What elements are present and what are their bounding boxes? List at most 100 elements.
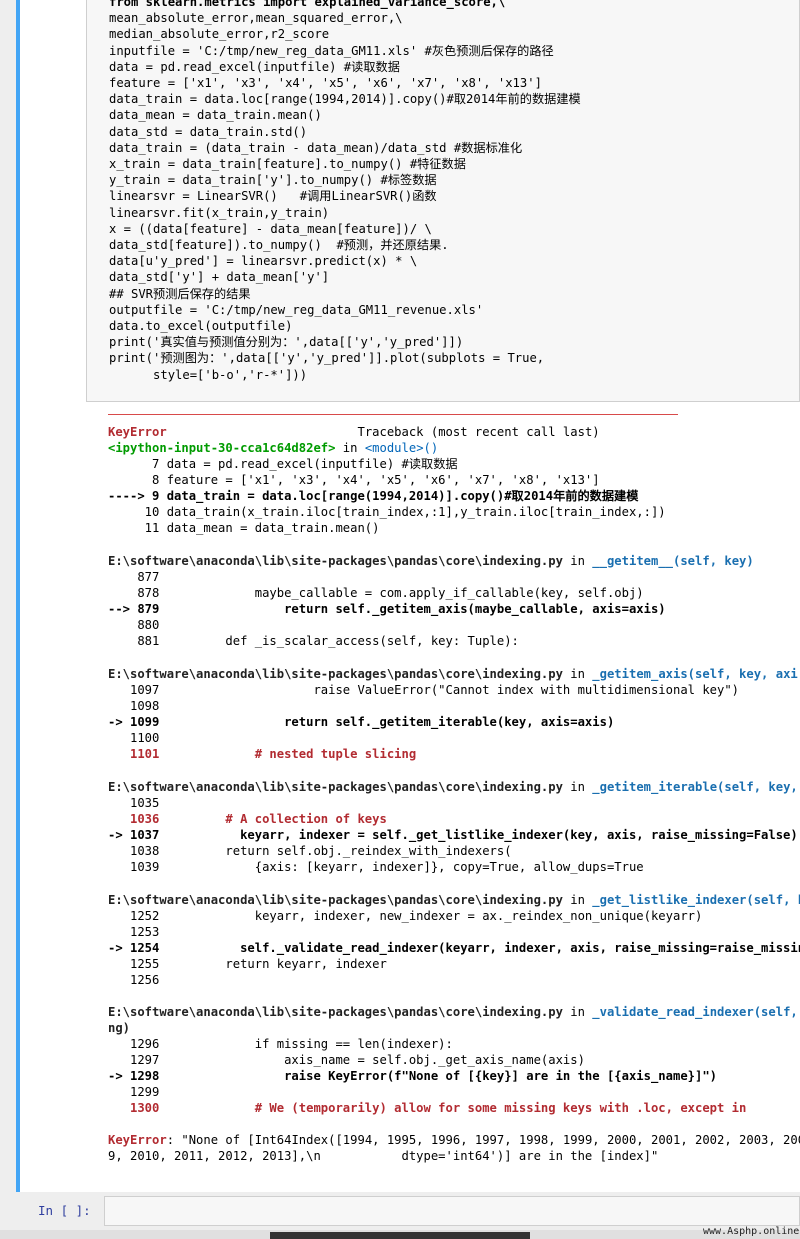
traceback-line: 1039 {axis: [keyarr, indexer]}, copy=Tru… (108, 859, 644, 875)
traceback-line: 8 feature = ['x1', 'x3', 'x4', 'x5', 'x6… (108, 472, 600, 488)
frame-header: E:\software\anaconda\lib\site-packages\p… (108, 1004, 798, 1020)
code-line: data_train = (data_train - data_mean)/da… (109, 140, 523, 155)
traceback-line: 877 (108, 569, 159, 585)
code-line: data.to_excel(outputfile) (109, 319, 293, 334)
final-error-message-cont: 9, 2010, 2011, 2012, 2013],\n dtype='int… (108, 1149, 659, 1163)
frame-header-wrap: ng) (108, 1020, 130, 1036)
traceback-line: 880 (108, 617, 159, 633)
frame-header: E:\software\anaconda\lib\site-packages\p… (108, 892, 800, 908)
file-path: E:\software\anaconda\lib\site-packages\p… (108, 667, 563, 681)
frame-code-line: 1100 (108, 731, 160, 745)
traceback-line: 10 data_train(x_train.iloc[train_index,:… (108, 504, 666, 520)
frame-code-line: 1098 (108, 699, 160, 713)
traceback-line: -> 1254 self._validate_read_indexer(keya… (108, 940, 800, 956)
notebook-page: from sklearn.metrics import explained_va… (0, 0, 800, 1239)
code-line: ## SVR预测后保存的结果 (109, 286, 251, 301)
frame-header: <ipython-input-30-cca1c64d82ef> in <modu… (108, 440, 438, 456)
frame-code-line: 878 maybe_callable = com.apply_if_callab… (108, 586, 644, 600)
traceback-header: Traceback (most recent call last) (357, 425, 600, 439)
traceback-line: 1253 (108, 924, 159, 940)
traceback-line: 1256 (108, 972, 159, 988)
traceback-line: -> 1298 raise KeyError(f"None of [{key}]… (108, 1068, 717, 1084)
scrollbar-thumb[interactable] (270, 1232, 530, 1239)
input-prompt: In [ ]: (38, 1203, 91, 1218)
traceback-line: 7 data = pd.read_excel(inputfile) #读取数据 (108, 456, 458, 472)
frame-code-line: -> 1099 return self._getitem_iterable(ke… (108, 715, 615, 729)
traceback-line: -> 1099 return self._getitem_iterable(ke… (108, 714, 614, 730)
frame-code-line: 7 data = pd.read_excel(inputfile) #读取数据 (108, 457, 458, 471)
frame-code-line: -> 1298 raise KeyError(f"None of [{key}]… (108, 1069, 718, 1083)
frame-code-line: 1101 # nested tuple slicing (108, 747, 417, 761)
error-output: KeyError Traceback (most recent call las… (108, 407, 800, 1167)
traceback-line: 1100 (108, 730, 159, 746)
file-path: E:\software\anaconda\lib\site-packages\p… (108, 554, 563, 568)
code-line: data_mean = data_train.mean() (109, 108, 322, 123)
file-path: E:\software\anaconda\lib\site-packages\p… (108, 893, 563, 907)
code-line: inputfile = 'C:/tmp/new_reg_data_GM11.xl… (109, 43, 554, 58)
code-line: median_absolute_error,r2_score (109, 27, 330, 42)
frame-code-line: 1097 raise ValueError("Cannot index with… (108, 683, 740, 697)
code-line: from sklearn.metrics import explained_va… (109, 0, 506, 9)
code-line: data_std['y'] + data_mean['y'] (109, 270, 330, 285)
code-line: print('真实值与预测值分别为：',data[['y','y_pred']]… (109, 335, 464, 350)
traceback-line: ----> 9 data_train = data.loc[range(1994… (108, 488, 638, 504)
code-input-area[interactable]: from sklearn.metrics import explained_va… (86, 0, 800, 402)
code-line: data_std = data_train.std() (109, 124, 308, 139)
frame-code-line: 1252 keyarr, indexer, new_indexer = ax._… (108, 909, 703, 923)
frame-code-line: 1039 {axis: [keyarr, indexer]}, copy=Tru… (108, 860, 644, 874)
code-line: data[u'y_pred'] = linearsvr.predict(x) *… (109, 254, 418, 269)
code-editor[interactable]: from sklearn.metrics import explained_va… (109, 0, 581, 383)
traceback-line: 1036 # A collection of keys (108, 811, 387, 827)
function-name: _getitem_iterable(self, key, (592, 780, 798, 794)
function-name: __getitem__(self, key) (592, 554, 754, 568)
frame-code-line: 1256 (108, 973, 160, 987)
frame-code-line: 1255 return keyarr, indexer (108, 957, 387, 971)
traceback-rule (108, 414, 678, 415)
frame-code-line: 11 data_mean = data_train.mean() (108, 521, 380, 535)
code-line: data_std[feature]).to_numpy() #预测，并还原结果. (109, 238, 449, 253)
wrapped-text: ng) (108, 1021, 131, 1035)
traceback-line: 881 def _is_scalar_access(self, key: Tup… (108, 633, 519, 649)
in-word: in (562, 1005, 593, 1019)
in-word: in (562, 554, 593, 568)
frame-header: E:\software\anaconda\lib\site-packages\p… (108, 779, 798, 795)
traceback-line: 1300 # We (temporarily) allow for some m… (108, 1100, 746, 1116)
frame-header: E:\software\anaconda\lib\site-packages\p… (108, 666, 798, 682)
code-line: feature = ['x1', 'x3', 'x4', 'x5', 'x6',… (109, 76, 542, 91)
function-name: _validate_read_indexer(self, (592, 1005, 798, 1019)
file-path: E:\software\anaconda\lib\site-packages\p… (108, 1005, 563, 1019)
code-line: data = pd.read_excel(inputfile) #读取数据 (109, 59, 400, 74)
code-line: x = ((data[feature] - data_mean[feature]… (109, 221, 432, 236)
in-word: in (335, 441, 365, 455)
frame-code-line: 8 feature = ['x1', 'x3', 'x4', 'x5', 'x6… (108, 473, 600, 487)
frame-code-line: 880 (108, 618, 160, 632)
in-word: in (562, 667, 593, 681)
watermark-text: www.Asphp.online (703, 1226, 800, 1237)
final-error-message: : "None of [Int64Index([1994, 1995, 1996… (166, 1133, 800, 1147)
frame-code-line: ----> 9 data_train = data.loc[range(1994… (108, 489, 639, 503)
frame-code-line: 1296 if missing == len(indexer): (108, 1037, 453, 1051)
traceback-line: 1097 raise ValueError("Cannot index with… (108, 682, 739, 698)
final-error-line: KeyError: "None of [Int64Index([1994, 19… (108, 1132, 800, 1148)
function-name: _get_listlike_indexer(self, k (592, 893, 800, 907)
traceback-line: 1101 # nested tuple slicing (108, 746, 416, 762)
text-span (167, 425, 358, 439)
error-name: KeyError (108, 425, 167, 439)
traceback-line: 1296 if missing == len(indexer): (108, 1036, 453, 1052)
empty-code-cell-input[interactable] (104, 1196, 800, 1226)
in-word: in (562, 893, 593, 907)
code-line: mean_absolute_error,mean_squared_error,\ (109, 11, 403, 26)
file-path: E:\software\anaconda\lib\site-packages\p… (108, 780, 563, 794)
frame-code-line: 1038 return self.obj._reindex_with_index… (108, 844, 512, 858)
module-name: <module>() (364, 441, 439, 455)
frame-code-line: 1297 axis_name = self.obj._get_axis_name… (108, 1053, 585, 1067)
traceback-line: 1038 return self.obj._reindex_with_index… (108, 843, 512, 859)
frame-code-line: 1300 # We (temporarily) allow for some m… (108, 1101, 747, 1115)
ipython-location: <ipython-input-30-cca1c64d82ef> (108, 441, 336, 455)
code-line: x_train = data_train[feature].to_numpy()… (109, 157, 466, 172)
frame-code-line: 877 (108, 570, 160, 584)
frame-code-line: 10 data_train(x_train.iloc[train_index,:… (108, 505, 666, 519)
in-word: in (562, 780, 593, 794)
frame-code-line: -> 1037 keyarr, indexer = self._get_list… (108, 828, 798, 842)
frame-code-line: -> 1254 self._validate_read_indexer(keya… (108, 941, 800, 955)
